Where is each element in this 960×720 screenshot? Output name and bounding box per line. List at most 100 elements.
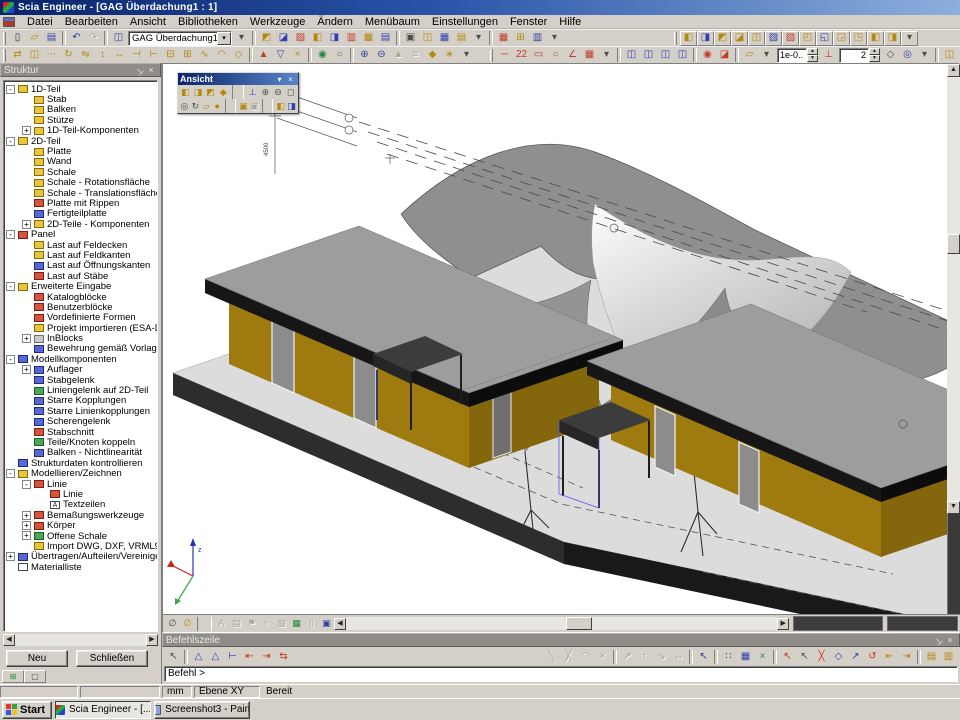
- undo-icon[interactable]: ↶: [68, 31, 85, 46]
- project-combo[interactable]: GAG Überdachung1 ▾: [128, 31, 232, 46]
- tree-item[interactable]: 1D-Teil: [6, 84, 156, 94]
- tree-item[interactable]: Katalogblöcke: [6, 292, 156, 302]
- tree-expander-icon[interactable]: [22, 220, 31, 229]
- tree-item[interactable]: Schale: [6, 167, 156, 177]
- view-folder-icon[interactable]: ▱: [201, 99, 212, 113]
- tree-expander-icon[interactable]: [22, 531, 31, 540]
- rectangle-icon[interactable]: ▭: [530, 48, 547, 63]
- extend-icon[interactable]: ⊢: [145, 48, 162, 63]
- materials-icon[interactable]: ▨: [292, 31, 309, 46]
- tree-expander-icon[interactable]: [22, 334, 31, 343]
- tree-expander-icon[interactable]: [22, 521, 31, 530]
- tools-dropdown-icon[interactable]: ▾: [546, 31, 563, 46]
- send-to-back-icon[interactable]: ▽: [272, 48, 289, 63]
- snap-line-icon[interactable]: △: [207, 649, 224, 664]
- new-document-icon[interactable]: ▯: [9, 31, 26, 46]
- tree-item[interactable]: Modellkomponenten: [6, 354, 156, 364]
- tree-item[interactable]: Linie: [6, 479, 156, 489]
- tree-item[interactable]: 2D-Teil: [6, 136, 156, 146]
- print-dropdown-icon[interactable]: ▾: [470, 31, 487, 46]
- task-button[interactable]: Screenshot3 - Paint: [154, 701, 250, 719]
- load-cases-icon[interactable]: ◧: [309, 31, 326, 46]
- zoom-in-icon[interactable]: ⊕: [259, 85, 272, 99]
- clipboard-2-icon[interactable]: ∅: [180, 617, 195, 631]
- render-settings-icon[interactable]: ◨: [286, 99, 297, 113]
- toolbar-grip[interactable]: [3, 32, 6, 45]
- tree-item[interactable]: Platte mit Rippen: [6, 198, 156, 208]
- project-dropdown-icon[interactable]: ▾: [233, 31, 250, 46]
- camera-icon[interactable]: ▣: [238, 99, 249, 113]
- select-cursor-icon[interactable]: ↖: [165, 649, 182, 664]
- open-viewpoint-icon[interactable]: ▱: [741, 48, 758, 63]
- toolbar-grip[interactable]: [490, 49, 493, 62]
- tree-item[interactable]: A Textzeilen: [6, 500, 156, 510]
- tree-item[interactable]: Auflager: [6, 365, 156, 375]
- tree-horizontal-scrollbar[interactable]: ◀ ▶: [3, 634, 158, 646]
- draw-polyline-icon[interactable]: ╳: [560, 649, 577, 664]
- chamfer-icon[interactable]: ◇: [230, 48, 247, 63]
- align-icon[interactable]: ≡: [407, 48, 424, 63]
- move-point-icon[interactable]: ↗: [619, 649, 636, 664]
- cursor-snap-icon[interactable]: ↖: [695, 649, 712, 664]
- dimension-lines-icon[interactable]: 22: [513, 48, 530, 63]
- angle-icon[interactable]: ∠: [564, 48, 581, 63]
- tree-item[interactable]: Balken: [6, 105, 156, 115]
- tree-item[interactable]: Materialliste: [6, 562, 156, 572]
- show-loads-icon[interactable]: ◪: [731, 31, 748, 46]
- expand-commandline-icon[interactable]: ▥: [940, 649, 957, 664]
- pin-icon[interactable]: ⊤: [932, 635, 944, 646]
- show-labels-icon[interactable]: ◫: [748, 31, 765, 46]
- menu-item[interactable]: Bibliotheken: [172, 15, 244, 29]
- status-units[interactable]: mm: [162, 686, 192, 698]
- tree-expander-icon[interactable]: [6, 282, 15, 291]
- view-z-icon[interactable]: ◩: [204, 85, 217, 99]
- scroll-up-icon[interactable]: ▲: [947, 64, 960, 77]
- tree-expander-icon[interactable]: [22, 480, 31, 489]
- paperspace-gallery-icon[interactable]: ▤: [453, 31, 470, 46]
- visibility-icon[interactable]: ◉: [699, 48, 716, 63]
- catalog-icon[interactable]: ▦: [360, 31, 377, 46]
- draw-arc-icon[interactable]: ◠: [577, 649, 594, 664]
- tree-item[interactable]: Offene Schale: [6, 531, 156, 541]
- spinner-down-icon[interactable]: ▼: [869, 55, 880, 62]
- tree-item[interactable]: Import DWG, DXF, VRML97: [6, 541, 156, 551]
- status-plane[interactable]: Ebene XY: [194, 686, 260, 698]
- tree-item[interactable]: Bemaßungswerkzeuge: [6, 510, 156, 520]
- command-input[interactable]: Befehl >: [164, 666, 958, 682]
- ansicht-palette-header[interactable]: Ansicht ▾ ×: [178, 73, 298, 85]
- layers-tab[interactable]: ▢: [24, 670, 46, 683]
- scale-icon[interactable]: ↕: [94, 48, 111, 63]
- pin-icon[interactable]: ⊤: [133, 65, 145, 76]
- menu-item[interactable]: Einstellungen: [426, 15, 504, 29]
- task-button[interactable]: Scia Engineer - [...: [55, 701, 151, 719]
- wave-icon[interactable]: ≈: [259, 617, 274, 631]
- scale-tool-icon[interactable]: ⊥: [820, 48, 837, 63]
- engineering-report-icon[interactable]: ⊞: [512, 31, 529, 46]
- rotate-view-icon[interactable]: ↻: [190, 99, 201, 113]
- curve-icon[interactable]: ↔: [670, 649, 687, 664]
- line-style-icon[interactable]: ─: [496, 48, 513, 63]
- font-icon[interactable]: A: [214, 617, 229, 631]
- view-flags-dropdown-icon[interactable]: ▾: [901, 31, 918, 46]
- combo-dropdown-icon[interactable]: ▾: [217, 32, 231, 45]
- menu-item[interactable]: Bearbeiten: [59, 15, 124, 29]
- tree-item[interactable]: Stabschnitt: [6, 427, 156, 437]
- tree-item[interactable]: Körper: [6, 520, 156, 530]
- tree-item[interactable]: Teile/Knoten koppeln: [6, 437, 156, 447]
- spinner-down-icon[interactable]: ▼: [807, 55, 818, 62]
- view-y-icon[interactable]: ◨: [192, 85, 205, 99]
- snap-orthogonal-icon[interactable]: ◇: [830, 649, 847, 664]
- start-button[interactable]: Start: [2, 701, 52, 719]
- 3d-model-scene[interactable]: 4500 z: [163, 64, 947, 614]
- grid-icon[interactable]: ▦: [581, 48, 598, 63]
- close-icon[interactable]: ×: [145, 65, 157, 76]
- tree-item[interactable]: Platte: [6, 146, 156, 156]
- show-supports-icon[interactable]: ◩: [714, 31, 731, 46]
- tree-item[interactable]: Übertragen/Aufteilen/Vereinigen: [6, 552, 156, 562]
- tree-item[interactable]: 2D-Teile - Komponenten: [6, 219, 156, 229]
- view-parameters-icon[interactable]: ◧: [867, 31, 884, 46]
- tree-item[interactable]: Stütze: [6, 115, 156, 125]
- scale-spinner-value[interactable]: 2: [839, 48, 869, 63]
- disconnect-members-icon[interactable]: ⊖: [373, 48, 390, 63]
- tree-item[interactable]: Balken - Nichtlinearität: [6, 448, 156, 458]
